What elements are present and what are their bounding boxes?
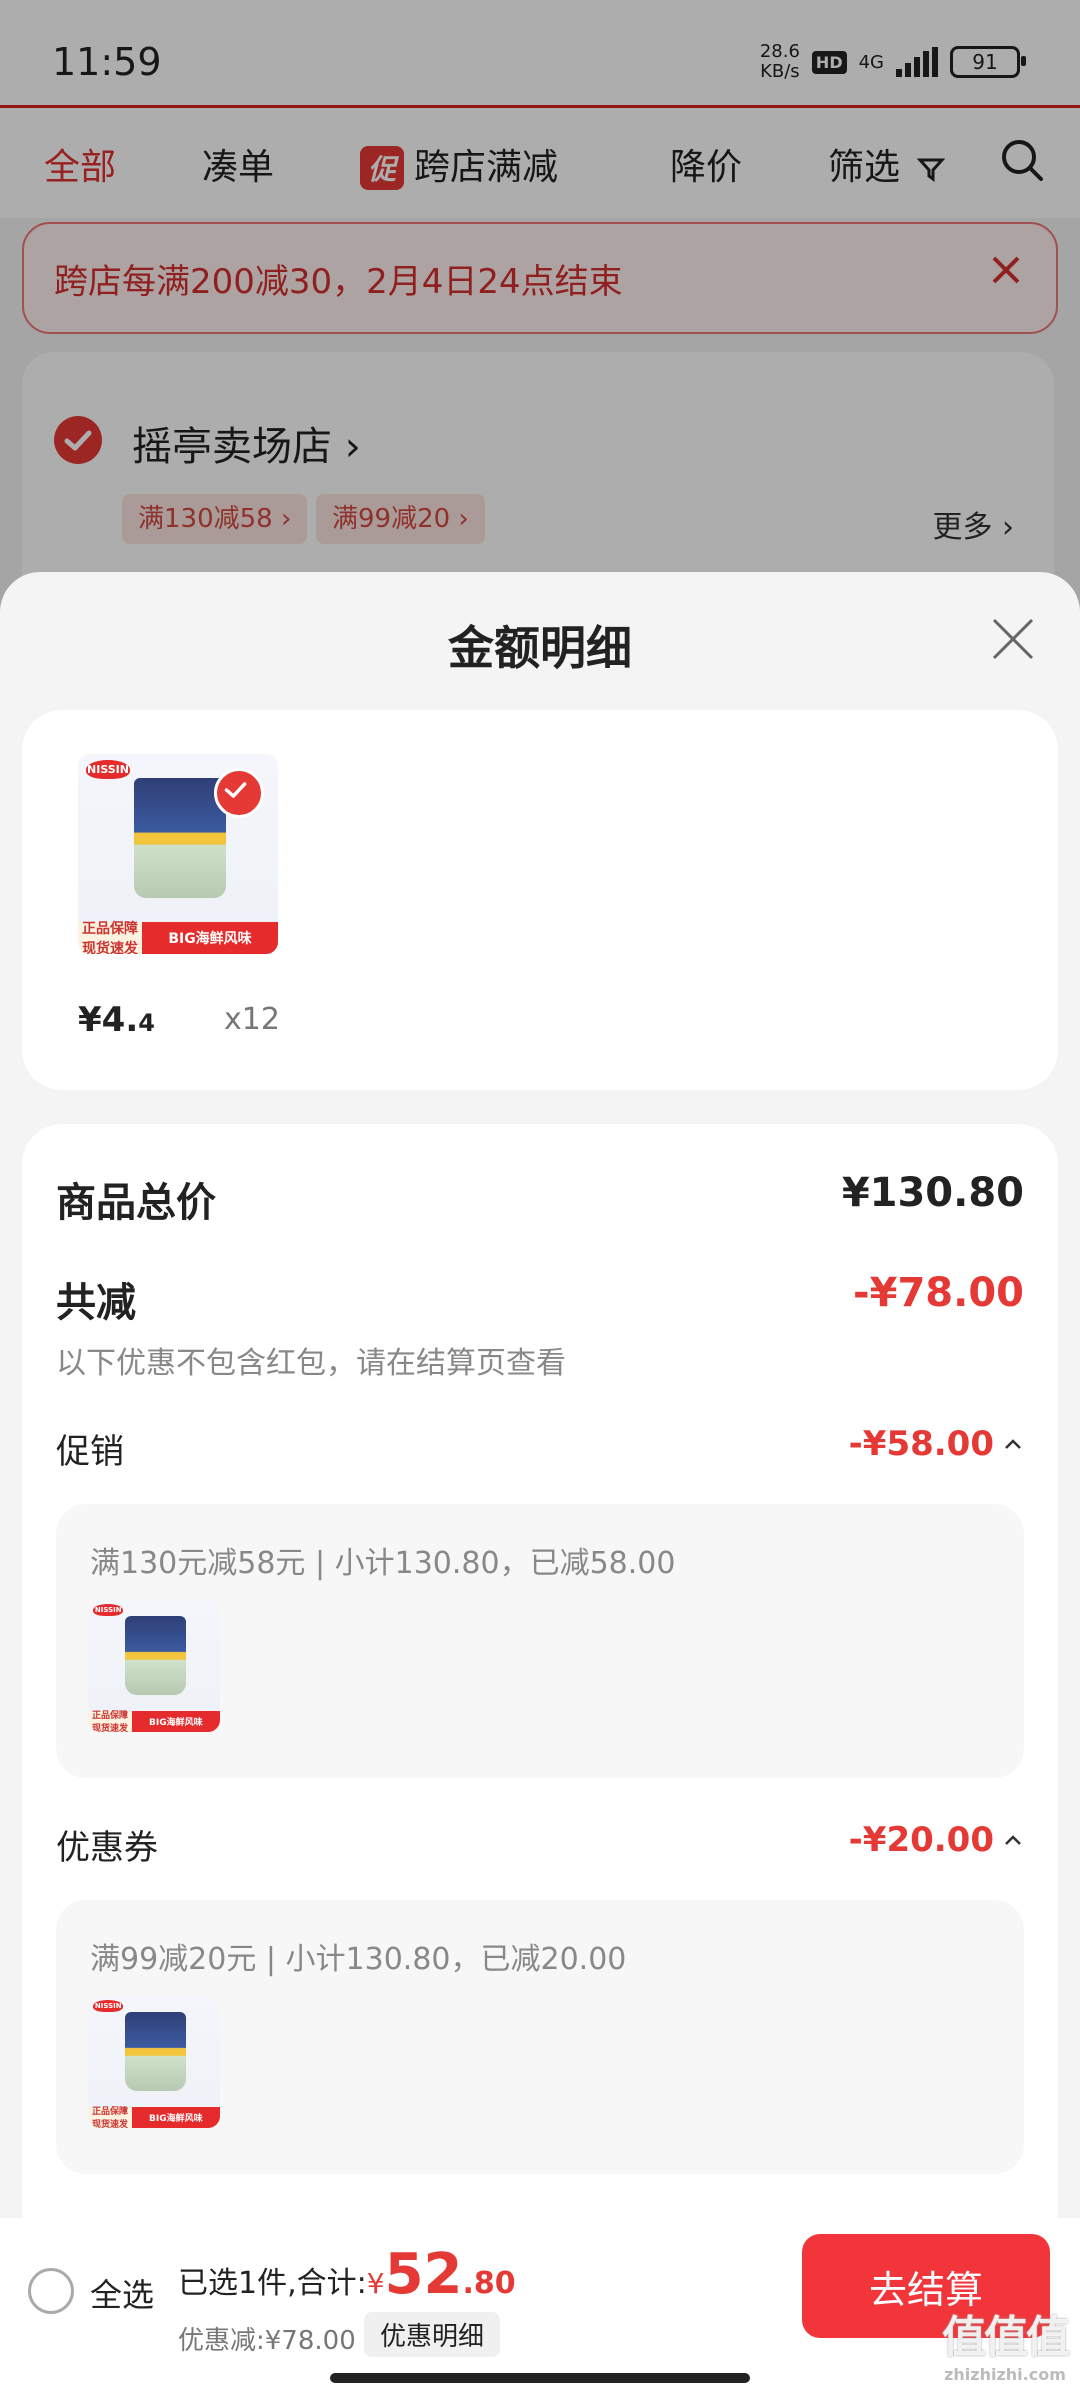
price-detail-card: 商品总价 ¥130.80 共减 -¥78.00 以下优惠不包含红包，请在结算页查… [22,1124,1058,2222]
band-right: BIG海鲜风味 [131,2106,220,2128]
total-reduce-value: -¥78.00 [853,1270,1024,1316]
coupon-value: -¥20.00 [848,1820,994,1860]
band-left-1: 正品保障 [92,2107,129,2118]
brand-logo: NISSIN [86,760,130,779]
band-left-2: 现货速发 [92,1724,129,1732]
band-left-2: 现货速发 [82,941,138,954]
site-watermark: 值值值 zhizhizhi.com [942,2301,1070,2384]
band-left-1: 正品保障 [92,1711,129,1722]
product-band: 正品保障现货速发 BIG海鲜风味 [88,1710,220,1732]
watermark-url: zhizhizhi.com [944,2365,1066,2384]
total-price-label: 商品总价 [56,1180,216,1226]
product-card: NISSIN 正品保障现货速发 BIG海鲜风味 ¥4.4 x12 [22,710,1058,1090]
band-left-2: 现货速发 [92,2120,129,2128]
total-dec: .80 [462,2266,516,2301]
promotion-detail-text: 满130元减58元 | 小计130.80，已减58.00 [90,1546,676,1581]
chevron-up-icon [1005,1835,1021,1845]
noodle-cup-image [134,778,226,898]
total-reduce-label: 共减 [56,1280,136,1326]
select-all-label[interactable]: 全选 [90,2270,154,2316]
noodle-cup-image [124,2011,186,2092]
amount-detail-sheet: 金额明细 NISSIN 正品保障 现货速发 BIG海鲜风味 ¥4.4 x12 商品… [0,572,1080,2222]
currency-symbol: ¥ [366,2267,385,2300]
sheet-title: 金额明细 [448,621,632,675]
promotion-detail-box: 满130元减58元 | 小计130.80，已减58.00 NISSIN 正品保障… [56,1504,1024,1778]
coupon-label: 优惠券 [56,1828,158,1868]
product-image[interactable]: NISSIN 正品保障现货速发 BIG海鲜风味 [78,754,278,954]
close-icon[interactable] [988,614,1038,664]
home-indicator[interactable] [330,2373,750,2383]
product-band: 正品保障现货速发 BIG海鲜风味 [78,921,278,954]
discount-detail-button[interactable]: 优惠明细 [364,2312,501,2357]
brand-logo: NISSIN [93,1999,124,2012]
discount-amount: 优惠减:¥78.00 [178,2326,356,2356]
product-price: ¥4.4 [78,1000,155,1040]
promotion-label: 促销 [56,1432,124,1472]
reduce-note: 以下优惠不包含红包，请在结算页查看 [56,1346,566,1381]
band-right: BIG海鲜风味 [142,922,278,954]
coupon-toggle[interactable]: -¥20.00 [849,1820,1024,1860]
coupon-detail-text: 满99减20元 | 小计130.80，已减20.00 [90,1942,627,1977]
brand-logo: NISSIN [93,1603,124,1616]
total-price-value: ¥130.80 [841,1170,1024,1216]
price-int: ¥4. [78,1000,139,1040]
selected-count-text: 已选1件,合计: [178,2266,367,2301]
promotion-value: -¥58.00 [848,1424,994,1464]
noodle-cup-image [124,1615,186,1696]
selected-check-icon [214,768,264,818]
band-right: BIG海鲜风味 [131,1710,220,1732]
product-thumbnail[interactable]: NISSIN 正品保障现货速发 BIG海鲜风味 [88,1600,220,1732]
product-quantity: x12 [224,1002,280,1037]
coupon-detail-box: 满99减20元 | 小计130.80，已减20.00 NISSIN 正品保障现货… [56,1900,1024,2174]
promotion-toggle[interactable]: -¥58.00 [849,1424,1024,1464]
total-summary: 已选1件,合计:¥52.80 [178,2242,516,2307]
total-int: 52 [384,2242,463,2307]
band-left-1: 正品保障 [82,921,138,937]
select-all-checkbox[interactable] [28,2268,74,2314]
price-dec: 4 [138,1009,155,1037]
chevron-up-icon [1005,1439,1021,1449]
product-band: 正品保障现货速发 BIG海鲜风味 [88,2106,220,2128]
watermark-logo: 值值值 [942,2312,1070,2363]
product-thumbnail[interactable]: NISSIN 正品保障现货速发 BIG海鲜风味 [88,1996,220,2128]
